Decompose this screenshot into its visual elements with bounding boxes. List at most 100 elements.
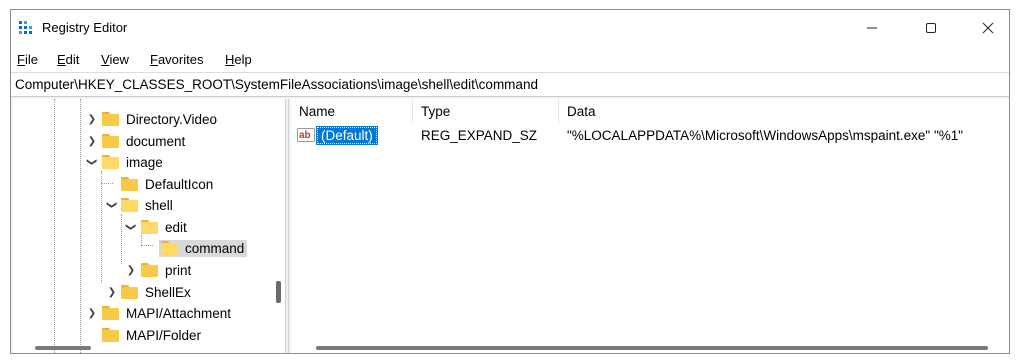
folder-icon (141, 263, 158, 277)
tree-item-content: MAPI/Attachment (102, 305, 234, 322)
chevron-right-icon[interactable]: ❯ (87, 131, 97, 151)
menu-edit-accel: E (57, 52, 66, 67)
tree-item-content: Directory.Video (102, 111, 220, 128)
folder-open-icon (141, 220, 158, 234)
folder-icon (121, 285, 138, 299)
tree-item-label: DefaultIcon (145, 176, 214, 192)
tree-item-label: edit (165, 219, 187, 235)
address-bar[interactable]: Computer\HKEY_CLASSES_ROOT\SystemFileAss… (11, 72, 1009, 97)
tree-item-label: ShellEx (145, 284, 191, 300)
column-header-data[interactable]: Data (559, 99, 1009, 123)
tree-item-content: MAPI/Folder (102, 327, 204, 344)
tree-horizontal-scrollbar[interactable] (13, 343, 275, 353)
value-data: "%LOCALAPPDATA%\Microsoft\WindowsApps\ms… (567, 127, 964, 143)
chevron-down-icon[interactable]: ❯ (102, 200, 122, 210)
chevron-down-icon[interactable]: ❯ (121, 222, 141, 232)
menu-help-rest: elp (234, 52, 252, 67)
tree-item-content: edit (141, 219, 190, 236)
svg-text:ab: ab (299, 130, 311, 141)
registry-values-list[interactable]: Name Type Data ab (Default) REG_EXPAND_S… (291, 99, 1009, 353)
minimize-button[interactable] (849, 10, 895, 46)
tree-item-shellex[interactable]: ❯ ShellEx (13, 282, 275, 302)
menu-file-accel: F (17, 52, 25, 67)
value-type: REG_EXPAND_SZ (421, 127, 538, 143)
tree-item-content: document (102, 133, 188, 150)
tree-item-shell[interactable]: ❯ shell (13, 195, 275, 215)
folder-open-icon (102, 155, 119, 169)
registry-key-tree[interactable]: ❯ Directory.Video ❯ document ❯ image Def… (13, 99, 285, 353)
menu-edit[interactable]: Edit (57, 52, 79, 67)
menu-help-accel: H (225, 52, 235, 67)
folder-icon (102, 112, 119, 126)
maximize-button[interactable] (908, 10, 954, 46)
menu-view[interactable]: View (101, 52, 129, 67)
tree-item-label: image (126, 154, 163, 170)
tree-item-label: command (185, 240, 245, 256)
tree-item-label: print (165, 262, 192, 278)
column-header-name[interactable]: Name (291, 99, 413, 123)
tree-item-content: command (159, 239, 248, 257)
chevron-right-icon[interactable]: ❯ (126, 260, 136, 280)
tree-item-content: DefaultIcon (121, 176, 216, 193)
column-header-type-label: Type (421, 103, 451, 119)
value-name-cell: ab (Default) (297, 125, 378, 145)
chevron-right-icon[interactable]: ❯ (87, 109, 97, 129)
value-type-cell: REG_EXPAND_SZ (421, 125, 537, 145)
menu-favorites-accel: F (150, 52, 158, 67)
registry-value-row[interactable]: ab (Default) REG_EXPAND_SZ "%LOCALAPPDAT… (291, 125, 1009, 145)
column-header-data-label: Data (567, 103, 596, 119)
tree-item-print[interactable]: ❯ print (13, 260, 275, 280)
tree-item-content: image (102, 154, 166, 171)
column-header-name-label: Name (299, 103, 336, 119)
tree-item-label: Directory.Video (126, 111, 218, 127)
close-icon (982, 22, 994, 34)
pane-splitter[interactable] (285, 99, 289, 353)
menu-file-rest: ile (24, 52, 38, 67)
tree-item-edit[interactable]: ❯ edit (13, 217, 275, 237)
list-horizontal-scroll-thumb[interactable] (316, 346, 988, 350)
folder-icon (102, 134, 119, 148)
title-bar[interactable]: Registry Editor (11, 10, 1009, 46)
menu-file[interactable]: File (17, 52, 38, 67)
registry-editor-window: Registry Editor File Edit View Favorites… (10, 9, 1010, 354)
list-horizontal-scrollbar[interactable] (291, 343, 1009, 353)
chevron-right-icon[interactable]: ❯ (107, 282, 117, 302)
maximize-icon (926, 23, 936, 33)
tree-item-label: MAPI/Attachment (126, 305, 232, 321)
tree-item-document[interactable]: ❯ document (13, 131, 275, 151)
address-path[interactable]: Computer\HKEY_CLASSES_ROOT\SystemFileAss… (15, 77, 538, 92)
registry-editor-app-icon (19, 21, 32, 34)
tree-item-label: MAPI/Folder (126, 327, 202, 343)
folder-icon (121, 177, 138, 191)
close-button[interactable] (965, 10, 1009, 46)
window-title: Registry Editor (42, 20, 128, 35)
folder-open-icon (161, 241, 178, 255)
minimize-icon (867, 27, 877, 29)
value-data-cell: "%LOCALAPPDATA%\Microsoft\WindowsApps\ms… (567, 125, 963, 145)
tree-item-command[interactable]: command (13, 238, 275, 258)
tree-item-label: document (126, 133, 186, 149)
folder-open-icon (121, 198, 138, 212)
folder-icon (102, 328, 119, 342)
chevron-down-icon[interactable]: ❯ (82, 157, 102, 167)
chevron-right-icon[interactable]: ❯ (87, 303, 97, 323)
column-header-type[interactable]: Type (413, 99, 559, 123)
tree-item-content: ShellEx (121, 284, 194, 301)
tree-vertical-scrollbar[interactable] (275, 99, 283, 353)
tree-item-image[interactable]: ❯ image (13, 152, 275, 172)
tree-item-content: shell (121, 197, 176, 214)
tree-horizontal-scroll-thumb[interactable] (35, 346, 91, 350)
menu-bar: File Edit View Favorites Help (11, 46, 1009, 72)
tree-item-directory-video[interactable]: ❯ Directory.Video (13, 109, 275, 129)
tree-item-defaulticon[interactable]: DefaultIcon (13, 174, 275, 194)
string-value-icon: ab (297, 128, 315, 142)
tree-item-content: print (141, 262, 194, 279)
tree-item-label: shell (145, 197, 173, 213)
tree-item-mapi-attachment[interactable]: ❯ MAPI/Attachment (13, 303, 275, 323)
value-name: (Default) (316, 125, 378, 145)
menu-favorites[interactable]: Favorites (150, 52, 203, 67)
menu-view-rest: iew (109, 52, 129, 67)
menu-help[interactable]: Help (225, 52, 252, 67)
tree-item-mapi-folder[interactable]: MAPI/Folder (13, 325, 275, 345)
tree-vertical-scroll-thumb[interactable] (276, 281, 281, 303)
